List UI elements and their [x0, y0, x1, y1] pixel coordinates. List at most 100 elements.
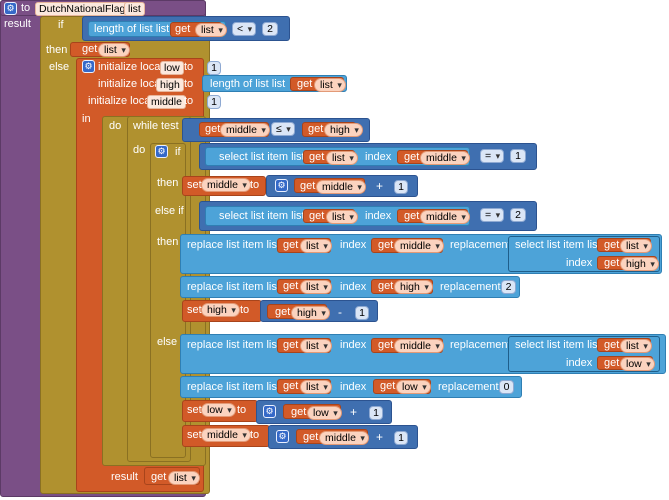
- minus-operator: -: [338, 305, 342, 319]
- number-field[interactable]: 2: [501, 280, 516, 294]
- gear-icon[interactable]: ⚙: [82, 60, 95, 73]
- variable-dropdown[interactable]: middle: [394, 339, 444, 353]
- do-label: do: [133, 144, 146, 156]
- plus-operator: +: [376, 430, 384, 444]
- variable-dropdown[interactable]: list: [98, 43, 130, 57]
- variable-dropdown[interactable]: high: [201, 303, 240, 317]
- variable-dropdown[interactable]: middle: [316, 180, 366, 194]
- get-label: get: [283, 239, 299, 251]
- get-label: get: [404, 210, 420, 222]
- plus-operator: +: [376, 179, 384, 193]
- get-label: get: [308, 123, 324, 135]
- variable-dropdown[interactable]: middle: [420, 151, 470, 165]
- number-field[interactable]: 1: [394, 431, 408, 445]
- result-label: result: [111, 471, 138, 483]
- select-list-item-label: select list item list: [219, 151, 305, 163]
- variable-dropdown[interactable]: middle: [201, 178, 251, 192]
- gear-icon[interactable]: ⚙: [275, 179, 288, 192]
- variable-dropdown[interactable]: middle: [201, 428, 251, 442]
- number-field[interactable]: 1: [207, 61, 221, 75]
- index-label: index: [340, 239, 367, 251]
- variable-dropdown[interactable]: list: [300, 339, 332, 353]
- initialize-local-label: initialize local: [98, 78, 163, 90]
- else-label: else: [157, 336, 178, 348]
- procedure-name-field[interactable]: DutchNationalFlag: [35, 2, 130, 16]
- operator-dropdown[interactable]: =: [480, 208, 505, 222]
- length-of-list-label: length of list list: [210, 78, 286, 90]
- variable-dropdown[interactable]: high: [620, 257, 659, 271]
- local-name-field[interactable]: high: [156, 78, 184, 92]
- replacement-label: replacement: [440, 281, 501, 293]
- number-field[interactable]: 1: [207, 95, 221, 109]
- set-label: set: [187, 304, 202, 316]
- if-label: if: [175, 146, 181, 158]
- get-label: get: [297, 78, 313, 90]
- variable-dropdown[interactable]: middle: [394, 239, 444, 253]
- variable-dropdown[interactable]: list: [314, 78, 346, 92]
- operator-dropdown[interactable]: <: [232, 22, 257, 36]
- index-label: index: [566, 357, 593, 369]
- get-label: get: [151, 471, 167, 483]
- to-label: to: [184, 95, 194, 107]
- variable-dropdown[interactable]: list: [326, 151, 358, 165]
- variable-dropdown[interactable]: high: [394, 280, 433, 294]
- number-field[interactable]: 2: [262, 22, 278, 36]
- variable-dropdown[interactable]: list: [195, 23, 227, 37]
- gear-icon[interactable]: ⚙: [4, 2, 17, 15]
- select-list-item-label: select list item list: [515, 339, 601, 351]
- replace-list-item-label: replace list item list: [187, 339, 280, 351]
- local-name-field[interactable]: low: [160, 61, 184, 75]
- variable-dropdown[interactable]: list: [326, 210, 358, 224]
- to-label: to: [237, 404, 247, 416]
- number-field[interactable]: 1: [369, 406, 383, 420]
- number-field[interactable]: 1: [355, 306, 369, 320]
- to-label: to: [250, 429, 260, 441]
- result-label: result: [4, 18, 31, 30]
- replace-list-item-label: replace list item list: [187, 239, 280, 251]
- variable-dropdown[interactable]: list: [620, 239, 652, 253]
- get-label: get: [604, 239, 620, 251]
- set-label: set: [187, 429, 202, 441]
- gear-icon[interactable]: ⚙: [155, 145, 168, 158]
- variable-dropdown[interactable]: list: [300, 239, 332, 253]
- plus-operator: +: [350, 405, 358, 419]
- variable-dropdown[interactable]: high: [324, 123, 363, 137]
- number-field[interactable]: 0: [499, 380, 514, 394]
- variable-dropdown[interactable]: high: [291, 306, 330, 320]
- variable-dropdown[interactable]: middle: [220, 123, 270, 137]
- to-label: to: [184, 61, 194, 73]
- variable-dropdown[interactable]: list: [300, 380, 332, 394]
- variable-dropdown[interactable]: middle: [319, 431, 369, 445]
- variable-dropdown[interactable]: middle: [420, 210, 470, 224]
- number-field[interactable]: 1: [394, 180, 408, 194]
- get-label: get: [309, 210, 325, 222]
- get-label: get: [283, 339, 299, 351]
- then-label: then: [46, 44, 68, 56]
- variable-dropdown[interactable]: low: [396, 380, 431, 394]
- initialize-local-label: initialize local: [98, 61, 163, 73]
- local-name-field[interactable]: middle: [147, 95, 186, 109]
- index-label: index: [340, 281, 367, 293]
- set-label: set: [187, 179, 202, 191]
- initialize-local-label: initialize local: [88, 95, 153, 107]
- get-label: get: [283, 280, 299, 292]
- gear-icon[interactable]: ⚙: [263, 405, 276, 418]
- variable-dropdown[interactable]: list: [620, 339, 652, 353]
- parameter-field[interactable]: list: [124, 2, 145, 16]
- operator-dropdown[interactable]: =: [480, 149, 505, 163]
- variable-dropdown[interactable]: list: [168, 471, 200, 485]
- number-field[interactable]: 2: [510, 208, 526, 222]
- operator-dropdown[interactable]: ≤: [271, 122, 295, 136]
- get-label: get: [175, 23, 191, 35]
- variable-dropdown[interactable]: list: [300, 280, 332, 294]
- do-label: do: [109, 120, 122, 132]
- number-field[interactable]: 1: [510, 149, 526, 163]
- variable-dropdown[interactable]: low: [201, 403, 236, 417]
- replace-list-item-label: replace list item list: [187, 381, 280, 393]
- if-block[interactable]: [150, 143, 186, 458]
- select-list-item-label: select list item list: [515, 239, 601, 251]
- variable-dropdown[interactable]: low: [307, 406, 342, 420]
- gear-icon[interactable]: ⚙: [276, 430, 289, 443]
- replacement-label: replacement: [450, 239, 511, 251]
- variable-dropdown[interactable]: low: [620, 357, 655, 371]
